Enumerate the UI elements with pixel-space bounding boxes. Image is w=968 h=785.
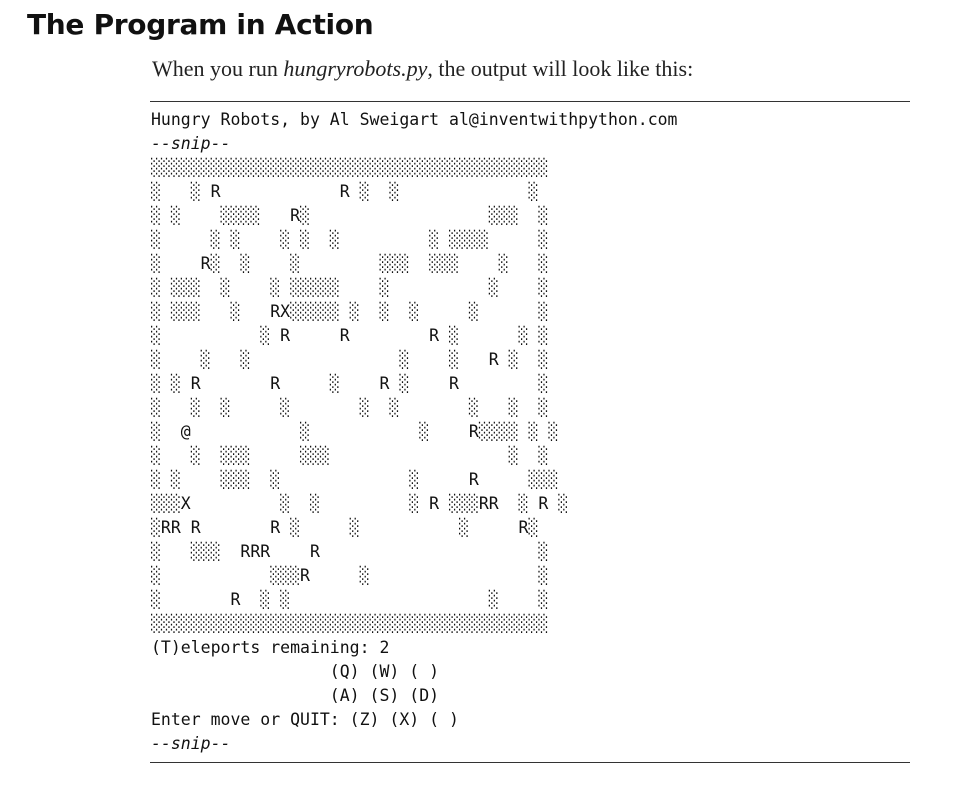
board-row: ░░░X ░ ░ ░ R ░░░RR ░ R ░ (151, 494, 569, 513)
console-output: Hungry Robots, by Al Sweigart al@inventw… (151, 108, 891, 756)
snip-marker-top: --snip-- (151, 134, 231, 153)
intro-suffix: , the output will look like this: (427, 56, 694, 81)
bottom-divider (150, 762, 910, 763)
intro-prefix: When you run (152, 56, 284, 81)
snip-marker-bottom: --snip-- (151, 734, 231, 753)
intro-text: When you run hungryrobots.py, the output… (152, 56, 693, 82)
control-line: (A) (S) (D) (151, 686, 440, 705)
board-row: ░░░░░░░░░░░░░░░░░░░░░░░░░░░░░░░░░░░░░░░░ (151, 158, 549, 177)
board-row: ░ ░░░ ░ RX░░░░░ ░ ░ ░ ░ ░ (151, 302, 549, 321)
board-row: ░ ░ ░░░ ░ ░ R ░░░ (151, 470, 559, 489)
board-row: ░ ░ ░ ░ ░ ░ ░ ░ ░ (151, 398, 549, 417)
board-row: ░ ░░░R ░ ░ (151, 566, 549, 585)
top-divider (150, 101, 910, 102)
section-heading: The Program in Action (27, 8, 374, 41)
game-board: ░░░░░░░░░░░░░░░░░░░░░░░░░░░░░░░░░░░░░░░░… (151, 156, 891, 636)
teleports-remaining-line: (T)eleports remaining: 2 (151, 638, 390, 657)
board-row: ░ R░ ░ ░ ░░░ ░░░ ░ ░ (151, 254, 549, 273)
board-row: ░ ░ R R ░ ░ ░ (151, 182, 539, 201)
board-row: ░ ░ ░ ░ ░ R ░ ░ (151, 350, 549, 369)
board-row: ░ ░░░ RRR R ░ (151, 542, 549, 561)
program-filename: hungryrobots.py (283, 56, 428, 81)
control-line: (Q) (W) ( ) (151, 662, 440, 681)
board-row: ░ ░ ░ ░ ░ ░ ░ ░░░░ ░ (151, 230, 549, 249)
board-row: ░ ░ R R ░ R ░ R ░ (151, 374, 549, 393)
move-controls: (Q) (W) ( ) (A) (S) (D) Enter move or QUI… (151, 660, 891, 732)
control-line: Enter move or QUIT: (Z) (X) ( ) (151, 710, 459, 729)
board-row: ░ @ ░ ░ R░░░░ ░ ░ (151, 422, 559, 441)
board-row: ░ ░░░ ░ ░ ░░░░░ ░ ░ ░ (151, 278, 549, 297)
board-row: ░ R ░ ░ ░ ░ (151, 590, 549, 609)
board-row: ░ ░ R R R ░ ░ ░ (151, 326, 549, 345)
board-row: ░ ░ ░░░ ░░░ ░ ░ (151, 446, 549, 465)
program-title-line: Hungry Robots, by Al Sweigart al@inventw… (151, 110, 678, 129)
board-row: ░RR R R ░ ░ ░ R░ (151, 518, 539, 537)
board-row: ░░░░░░░░░░░░░░░░░░░░░░░░░░░░░░░░░░░░░░░░ (151, 614, 549, 633)
board-row: ░ ░ ░░░░ R░ ░░░ ░ (151, 206, 549, 225)
